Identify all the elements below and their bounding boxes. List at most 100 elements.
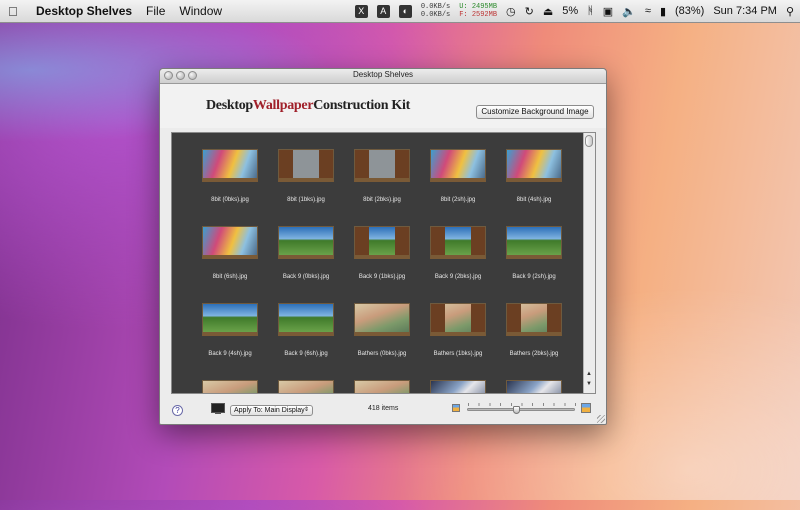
wallpaper-thumbnail[interactable]: [430, 226, 486, 259]
status-adobe-icon[interactable]: A: [376, 4, 390, 18]
wallpaper-item[interactable]: Back 9 (6sh).jpg: [268, 287, 344, 357]
thumbnail-size-slider[interactable]: [467, 403, 576, 414]
wallpaper-caption: 8bit (1bks).jpg: [287, 197, 325, 203]
wallpaper-caption: Back 9 (6sh).jpg: [284, 351, 328, 357]
wallpaper-thumbnail[interactable]: [506, 226, 562, 259]
customize-background-button[interactable]: Customize Background Image: [476, 105, 594, 119]
wallpaper-grid: 8bit (0bks).jpg 8bit (1bks).jpg 8bit (2bks…: [171, 132, 596, 394]
wallpaper-item[interactable]: Bathers (2bks).jpg: [496, 287, 572, 357]
wallpaper-caption: Bathers (2bks).jpg: [509, 351, 559, 357]
wallpaper-item[interactable]: Back 9 (0bks).jpg: [268, 210, 344, 280]
kit-title: DesktopWallpaperConstruction Kit: [206, 98, 410, 114]
wallpaper-thumbnail[interactable]: [202, 303, 258, 336]
mem-used: U: 2495MB: [459, 3, 498, 11]
wallpaper-item[interactable]: Back 9 (2bks).jpg: [420, 210, 496, 280]
menu-file[interactable]: File: [146, 4, 165, 18]
desktop-shelves-window: Desktop Shelves DesktopWallpaperConstruc…: [159, 68, 607, 425]
resize-grip[interactable]: [597, 415, 605, 423]
app-menu[interactable]: Desktop Shelves: [36, 4, 132, 18]
wallpaper-thumbnail[interactable]: [278, 226, 334, 259]
wallpaper-item[interactable]: [192, 364, 268, 393]
wallpaper-thumbnail[interactable]: [430, 303, 486, 336]
net-tx: 0.0KB/s: [420, 3, 451, 11]
wallpaper-caption: 8bit (2bks).jpg: [363, 197, 401, 203]
sync-icon[interactable]: ↻: [525, 5, 534, 18]
apple-menu-icon[interactable]: : [8, 4, 28, 19]
memory-meter[interactable]: U: 2495MB F: 2592MB: [459, 3, 497, 19]
item-count: 418 items: [368, 405, 399, 412]
title-bar[interactable]: Desktop Shelves: [160, 69, 606, 84]
wallpaper-thumbnail[interactable]: [506, 303, 562, 336]
wallpaper-thumbnail[interactable]: [430, 380, 486, 393]
wallpaper-item[interactable]: [496, 364, 572, 393]
spotlight-icon[interactable]: ⚲: [786, 5, 794, 18]
wallpaper-item[interactable]: [344, 364, 420, 393]
wallpaper-item[interactable]: Back 9 (1bks).jpg: [344, 210, 420, 280]
scroll-up-arrow[interactable]: ▲: [586, 371, 592, 377]
wallpaper-caption: Back 9 (2sh).jpg: [512, 274, 556, 280]
kit-title-part2: Construction Kit: [313, 98, 410, 113]
wallpaper-thumbnail[interactable]: [202, 380, 258, 393]
wallpaper-item[interactable]: Back 9 (4sh).jpg: [192, 287, 268, 357]
wallpaper-item[interactable]: [420, 364, 496, 393]
wallpaper-thumbnail[interactable]: [354, 303, 410, 336]
battery-percent: (83%): [675, 5, 705, 17]
wallpaper-item[interactable]: Back 9 (2sh).jpg: [496, 210, 572, 280]
wallpaper-thumbnail[interactable]: [202, 226, 258, 259]
wallpaper-caption: Back 9 (0bks).jpg: [282, 274, 330, 280]
wallpaper-caption: 8bit (2sh).jpg: [440, 197, 476, 203]
status-app-icon[interactable]: X: [354, 4, 368, 18]
wallpaper-caption: 8bit (0bks).jpg: [211, 197, 249, 203]
wallpaper-item[interactable]: 8bit (0bks).jpg: [192, 133, 268, 203]
menu-window[interactable]: Window: [179, 4, 222, 18]
apply-to-select[interactable]: Apply To: Main Display ⇕: [230, 405, 313, 416]
time-machine-icon[interactable]: ◷: [506, 5, 516, 18]
clock[interactable]: Sun 7:34 PM: [713, 5, 777, 17]
display-icon: [211, 403, 225, 414]
wallpaper-thumbnail[interactable]: [430, 149, 486, 182]
slider-knob[interactable]: [513, 406, 520, 414]
vertical-scrollbar[interactable]: ▲ ▼: [583, 133, 595, 393]
eject-icon[interactable]: ⏏: [543, 5, 553, 18]
wallpaper-thumbnail[interactable]: [278, 149, 334, 182]
bluetooth-icon[interactable]: ᚻ: [587, 5, 594, 17]
mem-free: F: 2592MB: [459, 11, 498, 19]
net-rx: 0.0KB/s: [420, 11, 451, 19]
kit-title-part1: Desktop: [206, 98, 253, 113]
wallpaper-thumbnail[interactable]: [202, 149, 258, 182]
wallpaper-item[interactable]: 8bit (4sh).jpg: [496, 133, 572, 203]
wallpaper-caption: Bathers (1bks).jpg: [433, 351, 483, 357]
wallpaper-thumbnail[interactable]: [354, 226, 410, 259]
wallpaper-thumbnail[interactable]: [506, 149, 562, 182]
scroll-knob[interactable]: [585, 135, 593, 147]
slider-ticks: [468, 403, 576, 406]
wallpaper-item[interactable]: 8bit (6sh).jpg: [192, 210, 268, 280]
wallpaper-caption: Bathers (0bks).jpg: [357, 351, 407, 357]
wallpaper-item[interactable]: 8bit (2bks).jpg: [344, 133, 420, 203]
wallpaper-thumbnail[interactable]: [278, 380, 334, 393]
wallpaper-thumbnail[interactable]: [354, 380, 410, 393]
wallpaper-item[interactable]: [268, 364, 344, 393]
kit-title-accent: Wallpaper: [252, 98, 314, 113]
large-thumbnail-icon: [581, 403, 591, 413]
wallpaper-caption: Back 9 (2bks).jpg: [434, 274, 482, 280]
wallpaper-item[interactable]: Bathers (1bks).jpg: [420, 287, 496, 357]
battery-icon[interactable]: ▮: [660, 5, 666, 18]
scroll-down-arrow[interactable]: ▼: [586, 381, 592, 387]
display-mirror-icon[interactable]: ▣: [603, 5, 613, 18]
wifi-icon[interactable]: ≈: [645, 5, 651, 17]
wallpaper-caption: Back 9 (4sh).jpg: [208, 351, 252, 357]
wallpaper-item[interactable]: 8bit (1bks).jpg: [268, 133, 344, 203]
volume-icon[interactable]: 🔈: [622, 5, 636, 18]
status-display-icon[interactable]: ◐: [398, 4, 412, 18]
wallpaper-thumbnail[interactable]: [354, 149, 410, 182]
status-area: X A ◐ 0.0KB/s 0.0KB/s U: 2495MB F: 2592M…: [354, 0, 794, 22]
help-button[interactable]: ?: [172, 405, 183, 416]
cpu-meter[interactable]: 5%: [562, 5, 578, 17]
wallpaper-thumbnail[interactable]: [506, 380, 562, 393]
wallpaper-item[interactable]: 8bit (2sh).jpg: [420, 133, 496, 203]
wallpaper-caption: 8bit (4sh).jpg: [516, 197, 552, 203]
network-meter[interactable]: 0.0KB/s 0.0KB/s: [421, 3, 450, 19]
wallpaper-item[interactable]: Bathers (0bks).jpg: [344, 287, 420, 357]
wallpaper-thumbnail[interactable]: [278, 303, 334, 336]
